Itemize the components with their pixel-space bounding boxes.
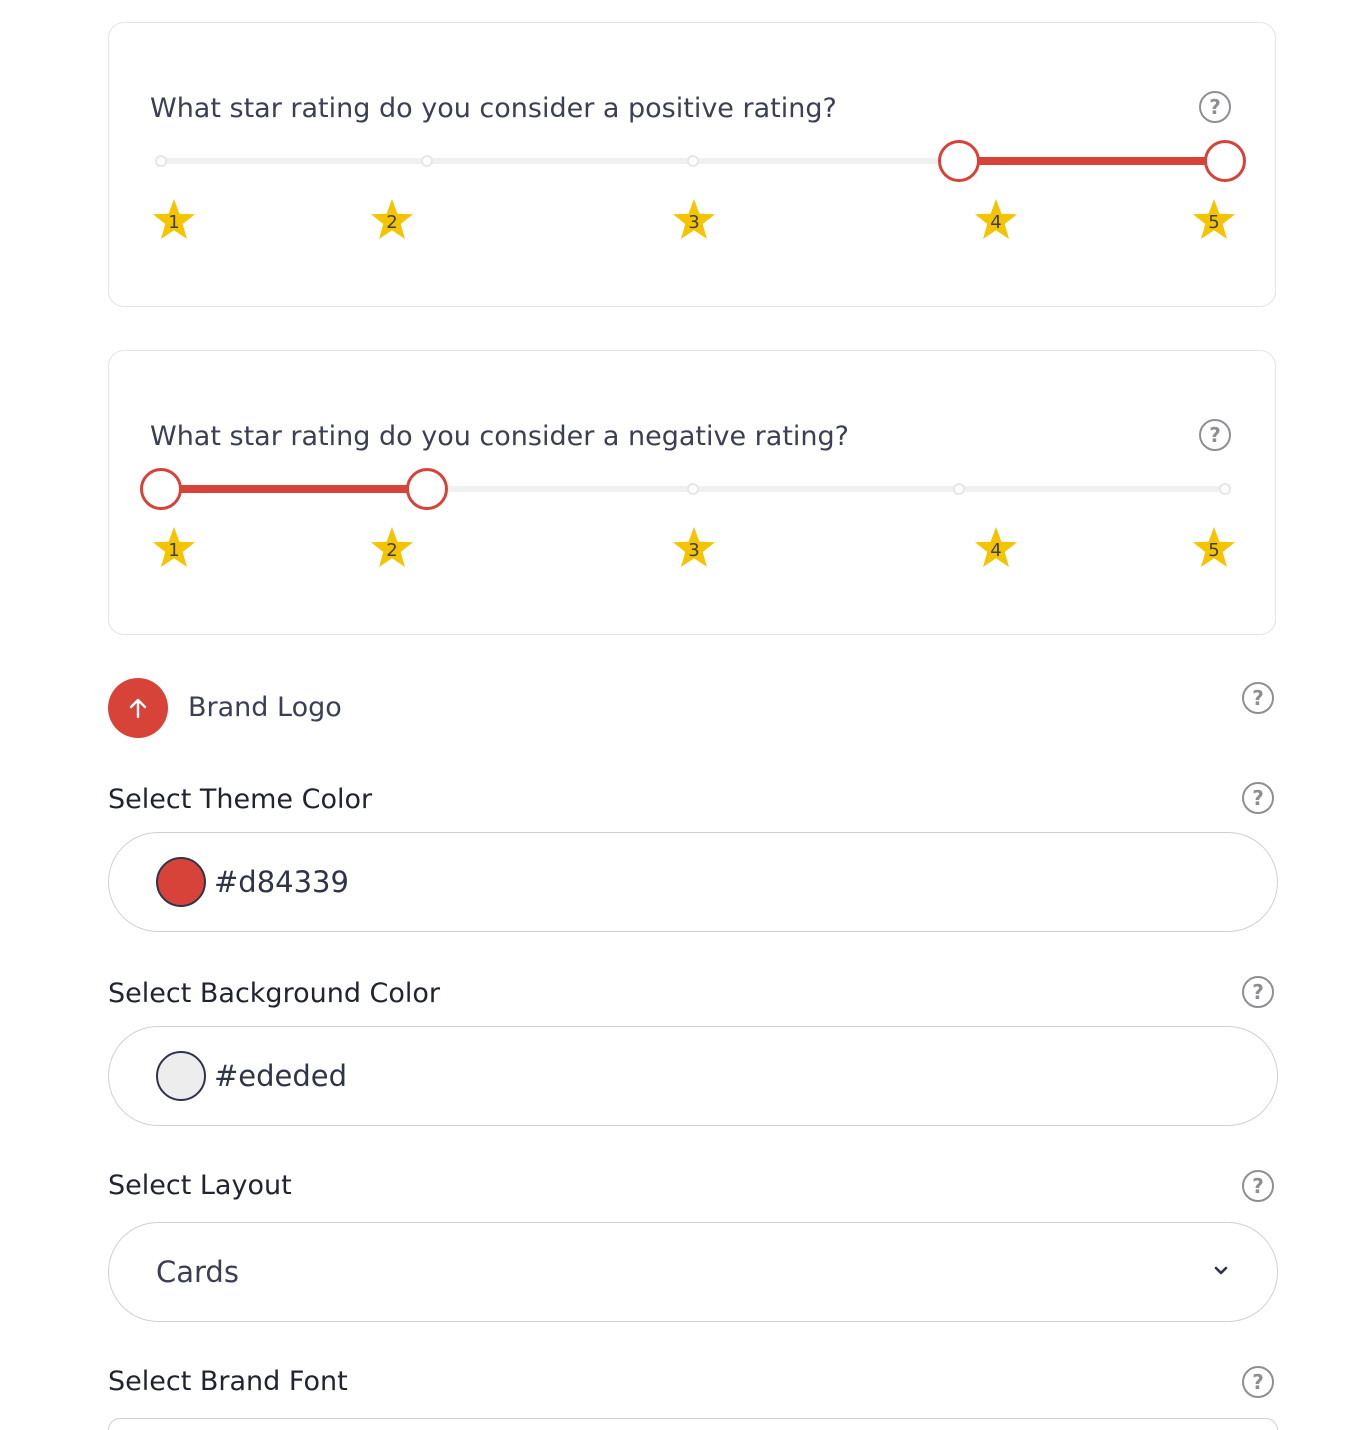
help-icon[interactable]: ? bbox=[1242, 1366, 1274, 1398]
help-icon[interactable]: ? bbox=[1242, 682, 1274, 714]
slider-selected-range bbox=[959, 157, 1225, 165]
star-5: 5 bbox=[1191, 525, 1237, 571]
background-color-value[interactable]: #ededed bbox=[214, 1059, 347, 1093]
star-label: 1 bbox=[168, 212, 180, 233]
slider-min-handle[interactable] bbox=[140, 468, 182, 510]
star-label: 1 bbox=[168, 540, 180, 561]
positive-rating-slider[interactable] bbox=[155, 140, 1246, 182]
star-label: 3 bbox=[688, 212, 700, 233]
layout-label: Select Layout bbox=[108, 1170, 292, 1201]
slider-step-dot[interactable] bbox=[687, 483, 699, 495]
star-label: 4 bbox=[990, 212, 1002, 233]
star-4: 4 bbox=[973, 525, 1019, 571]
slider-selected-range bbox=[161, 485, 427, 493]
background-color-field[interactable]: #ededed bbox=[108, 1026, 1278, 1126]
star-2: 2 bbox=[369, 525, 415, 571]
negative-rating-slider[interactable] bbox=[140, 468, 1231, 510]
slider-step-dot[interactable] bbox=[687, 155, 699, 167]
slider-step-dot[interactable] bbox=[1219, 483, 1231, 495]
positive-rating-card: What star rating do you consider a posit… bbox=[108, 22, 1276, 307]
star-label: 4 bbox=[990, 540, 1002, 561]
star-5: 5 bbox=[1191, 197, 1237, 243]
help-icon[interactable]: ? bbox=[1242, 976, 1274, 1008]
brand-font-label: Select Brand Font bbox=[108, 1366, 348, 1397]
theme-color-label: Select Theme Color bbox=[108, 784, 373, 815]
star-1: 1 bbox=[151, 525, 197, 571]
background-color-swatch[interactable] bbox=[156, 1051, 206, 1101]
arrow-up-icon bbox=[129, 698, 147, 719]
help-icon[interactable]: ? bbox=[1199, 419, 1231, 451]
star-label: 2 bbox=[386, 540, 398, 561]
slider-step-dot[interactable] bbox=[953, 483, 965, 495]
star-1: 1 bbox=[151, 197, 197, 243]
star-3: 3 bbox=[671, 197, 717, 243]
help-icon[interactable]: ? bbox=[1242, 782, 1274, 814]
background-color-label: Select Background Color bbox=[108, 978, 441, 1009]
negative-rating-card: What star rating do you consider a negat… bbox=[108, 350, 1276, 635]
star-2: 2 bbox=[369, 197, 415, 243]
star-label: 5 bbox=[1208, 540, 1220, 561]
negative-rating-question: What star rating do you consider a negat… bbox=[150, 421, 849, 452]
help-icon[interactable]: ? bbox=[1199, 91, 1231, 123]
layout-selected-value: Cards bbox=[156, 1255, 239, 1289]
slider-max-handle[interactable] bbox=[406, 468, 448, 510]
slider-step-dot[interactable] bbox=[421, 155, 433, 167]
slider-step-dot[interactable] bbox=[155, 155, 167, 167]
help-icon[interactable]: ? bbox=[1242, 1170, 1274, 1202]
star-4: 4 bbox=[973, 197, 1019, 243]
brand-font-select[interactable] bbox=[108, 1418, 1278, 1430]
slider-max-handle[interactable] bbox=[1204, 140, 1246, 182]
upload-logo-button[interactable] bbox=[108, 678, 168, 738]
theme-color-swatch[interactable] bbox=[156, 857, 206, 907]
star-label: 3 bbox=[688, 540, 700, 561]
star-label: 2 bbox=[386, 212, 398, 233]
theme-color-field[interactable]: #d84339 bbox=[108, 832, 1278, 932]
slider-min-handle[interactable] bbox=[938, 140, 980, 182]
brand-logo-label: Brand Logo bbox=[188, 692, 342, 723]
positive-rating-question: What star rating do you consider a posit… bbox=[150, 93, 837, 124]
chevron-down-icon bbox=[1214, 1266, 1228, 1275]
layout-select[interactable]: Cards bbox=[108, 1222, 1278, 1322]
theme-color-value[interactable]: #d84339 bbox=[214, 865, 349, 899]
star-label: 5 bbox=[1208, 212, 1220, 233]
star-3: 3 bbox=[671, 525, 717, 571]
